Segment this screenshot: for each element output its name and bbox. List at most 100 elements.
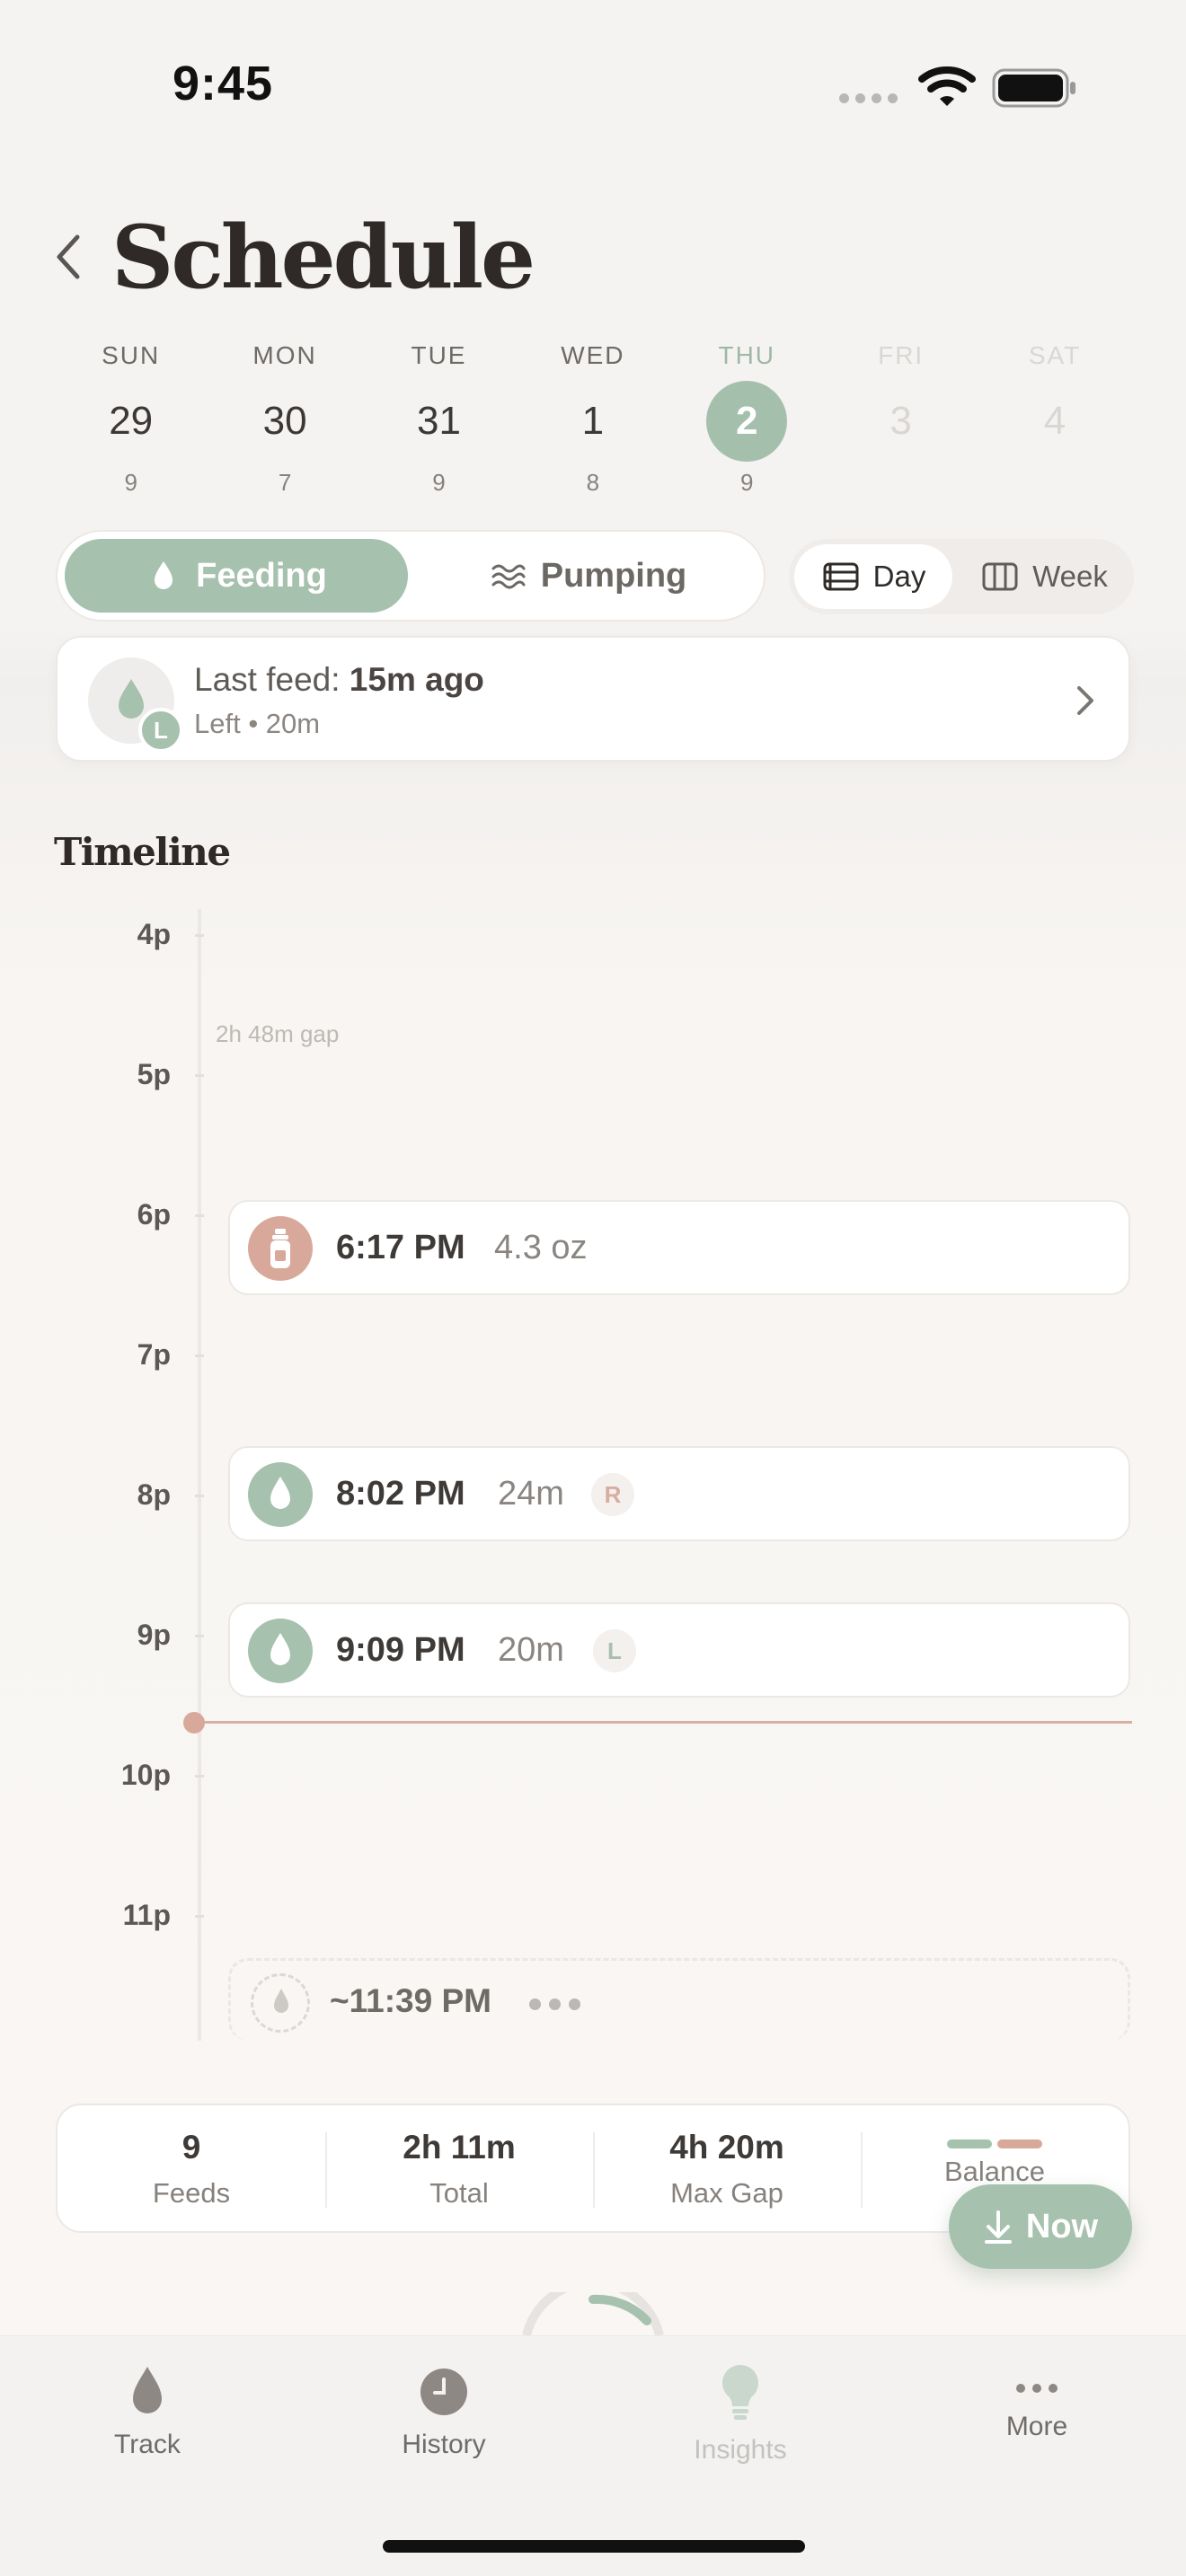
hour-label: 7p — [137, 1338, 171, 1371]
more-dots-icon — [1016, 2384, 1058, 2393]
day-sat: SAT 4 — [978, 338, 1131, 508]
stat-label: Balance — [943, 2156, 1046, 2187]
hour-tick — [195, 1495, 204, 1497]
week-view-button[interactable]: Week — [960, 544, 1128, 609]
home-indicator — [383, 2540, 805, 2553]
pumping-tab[interactable]: Pumping — [417, 539, 760, 613]
feed-event-card[interactable]: 8:02 PM 24m R — [228, 1446, 1130, 1541]
day-view-button[interactable]: Day — [794, 544, 952, 609]
predicted-feed-icon — [251, 1973, 310, 2033]
day-number: 2 — [706, 381, 788, 462]
side-badge-right: R — [591, 1473, 634, 1516]
status-bar: 9:45 — [0, 0, 1186, 171]
feeding-tab[interactable]: Feeding — [65, 539, 408, 613]
balance-left-bar — [947, 2139, 992, 2148]
tab-more[interactable]: More — [947, 2363, 1127, 2442]
last-feed-card[interactable]: L Last feed: 15m ago Left • 20m — [56, 636, 1130, 762]
feeding-pumping-toggle: Feeding Pumping — [56, 530, 766, 622]
pumping-tab-label: Pumping — [540, 556, 687, 595]
now-button[interactable]: Now — [949, 2184, 1132, 2269]
day-name: SUN — [102, 341, 161, 369]
hour-tick — [195, 1214, 204, 1217]
day-number: 3 — [890, 399, 912, 443]
day-number: 1 — [581, 399, 605, 443]
day-number: 31 — [416, 399, 461, 443]
back-chevron-icon[interactable] — [50, 230, 86, 284]
day-feed-count: 9 — [124, 469, 137, 496]
stat-feeds: 9 Feeds — [58, 2105, 325, 2231]
day-view-label: Day — [872, 560, 926, 593]
side-badge: L — [138, 708, 183, 753]
feed-event-card[interactable]: 9:09 PM 20m L — [228, 1602, 1130, 1698]
week-strip: SUN 29 9 MON 30 7 TUE 31 9 WED 1 8 THU 2… — [54, 338, 1132, 508]
day-feed-count: 9 — [740, 469, 754, 496]
stat-value: 4h 20m — [669, 2129, 784, 2166]
event-time: 8:02 PM — [336, 1475, 465, 1513]
drop-icon — [133, 2367, 162, 2413]
hour-tick — [195, 934, 204, 937]
side-badge-left: L — [593, 1629, 636, 1672]
event-time: 9:09 PM — [336, 1631, 465, 1669]
day-name: MON — [252, 341, 317, 369]
tab-history[interactable]: History — [354, 2363, 534, 2460]
drop-icon — [270, 1633, 290, 1665]
status-time: 9:45 — [173, 57, 274, 110]
day-wed[interactable]: WED 1 8 — [516, 338, 669, 508]
predicted-feed-card[interactable]: ~11:39 PM — [228, 1958, 1130, 2041]
tab-label: More — [1005, 2412, 1068, 2441]
week-view-icon — [982, 562, 1018, 591]
last-feed-label: Last feed: — [194, 661, 341, 698]
breast-event-icon — [248, 1462, 313, 1527]
stat-label: Feeds — [152, 2177, 231, 2209]
gap-label: 2h 48m gap — [216, 1020, 340, 1047]
balance-bars — [861, 2139, 1128, 2150]
battery-icon — [992, 68, 1075, 108]
balance-right-bar — [997, 2139, 1042, 2148]
stat-label: Total — [429, 2177, 489, 2209]
day-mon[interactable]: MON 30 7 — [208, 338, 361, 508]
tab-track[interactable]: Track — [58, 2363, 237, 2460]
stat-value: 2h 11m — [403, 2129, 516, 2166]
tab-insights[interactable]: Insights — [651, 2363, 830, 2466]
day-thu-selected[interactable]: THU 2 9 — [670, 338, 824, 508]
event-duration: 20m — [498, 1631, 564, 1669]
hour-tick — [195, 1775, 204, 1778]
day-number: 29 — [109, 399, 154, 443]
day-name: SAT — [1028, 341, 1082, 369]
day-sun[interactable]: SUN 29 9 — [54, 338, 208, 508]
timeline-axis — [198, 909, 201, 2041]
timeline-title: Timeline — [54, 830, 231, 874]
day-tue[interactable]: TUE 31 9 — [362, 338, 516, 508]
current-time-line — [192, 1721, 1132, 1724]
event-time: 6:17 PM — [336, 1229, 465, 1266]
week-view-label: Week — [1032, 560, 1108, 593]
hour-label: 5p — [137, 1058, 171, 1090]
hour-label: 4p — [137, 918, 171, 950]
arrow-down-icon — [984, 2210, 1012, 2244]
drop-icon — [274, 1989, 288, 2013]
last-feed-ago: 15m ago — [349, 661, 484, 698]
tab-label: Insights — [694, 2435, 787, 2465]
event-amount: 4.3 oz — [494, 1229, 588, 1266]
feeding-tab-label: Feeding — [196, 556, 327, 595]
day-number: 30 — [262, 399, 307, 443]
day-view-icon — [823, 562, 859, 591]
hour-label: 8p — [137, 1478, 171, 1511]
hour-label: 6p — [137, 1198, 171, 1231]
stat-total: 2h 11m Total — [325, 2105, 593, 2231]
day-name: TUE — [411, 341, 467, 369]
day-number: 4 — [1043, 399, 1067, 443]
day-feed-count: 8 — [586, 469, 600, 496]
predicted-feed-time: ~11:39 PM — [330, 1982, 491, 2019]
day-week-toggle: Day Week — [789, 539, 1134, 614]
day-feed-count: 7 — [278, 469, 292, 496]
drop-icon — [155, 561, 173, 589]
page-title: Schedule — [111, 207, 535, 308]
progress-ring-icon — [522, 2292, 664, 2337]
breast-event-icon — [248, 1619, 313, 1683]
clock-icon — [420, 2369, 467, 2415]
drop-icon — [270, 1477, 290, 1509]
feed-event-card[interactable]: 6:17 PM 4.3 oz — [228, 1200, 1130, 1295]
more-dots-icon — [529, 1998, 580, 2010]
lightbulb-icon — [722, 2365, 758, 2420]
